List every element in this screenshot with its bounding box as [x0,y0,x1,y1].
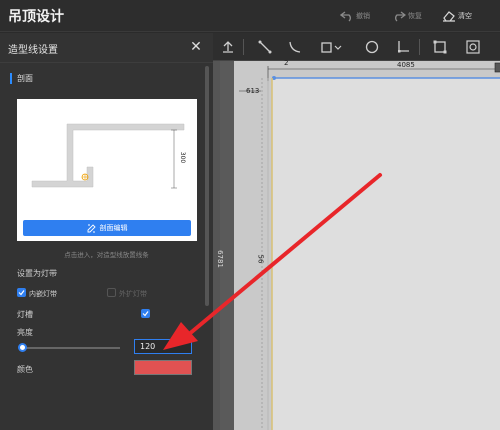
inner-dimension: 56 [256,254,265,264]
settings-panel: 造型线设置 ✕ 剖面 300 剖面编辑 点击进入，对造型线放置线条 设置为灯带 [0,33,213,430]
upload-tool[interactable] [220,39,236,55]
brightness-input[interactable] [134,339,192,354]
clear-button[interactable]: 清空 [442,8,472,24]
top-small-dimension: 2 [284,59,289,67]
edit-hint: 点击进入，对造型线放置线条 [64,251,149,259]
corner-icon [398,41,409,53]
section-marker [10,73,12,84]
zoom-fit-tool[interactable] [465,39,481,55]
app-title: 吊顶设计 [8,9,64,25]
outer-lamp-label: 外扩灯带 [119,290,147,298]
check-icon [18,290,25,296]
top-dimension: 4085 [397,61,415,69]
top-bar: 吊顶设计 撤销 恢复 清空 [0,0,500,32]
eraser-icon [443,11,455,22]
panel-header: 造型线设置 ✕ [0,33,213,63]
section-preview: 300 剖面编辑 [17,99,197,241]
close-icon[interactable]: ✕ [188,39,204,55]
rectangle-tool[interactable] [319,39,345,55]
section-profile-drawing [31,123,185,189]
line-tool[interactable] [257,39,273,55]
toolbar-divider [419,39,420,55]
arc-icon [289,41,301,53]
corner-tool[interactable] [395,39,411,55]
clear-label: 清空 [458,12,472,20]
upload-icon [223,41,233,53]
section-edit-label: 剖面编辑 [99,224,128,232]
rectangle-icon [321,42,342,53]
zoom-fit-icon [466,40,480,54]
inner-lamp-label: 内嵌灯带 [29,290,57,298]
frame-tool[interactable] [432,39,448,55]
color-swatch[interactable] [134,360,192,375]
brightness-label: 亮度 [17,328,33,337]
check-icon [142,311,149,317]
inner-lamp-checkbox[interactable] [17,288,26,297]
toolbar-divider [243,39,244,55]
undo-icon [340,11,351,22]
canvas-area: 6781 4085 2 613 56 [213,33,500,430]
brightness-slider-track[interactable] [20,347,120,349]
lamp-section-label: 设置为灯带 [17,269,57,278]
frame-icon [433,40,447,54]
dimension-lines [239,66,500,430]
undo-label: 撤销 [356,12,370,20]
slot-checkbox[interactable] [141,309,150,318]
edit-section-icon [87,223,96,232]
outer-lamp-checkbox[interactable] [107,288,116,297]
redo-icon [395,11,406,22]
undo-button[interactable]: 撤销 [340,8,370,24]
app-root: 吊顶设计 撤销 恢复 清空 造型线设置 ✕ 剖面 300 剖面编辑 点击进入，对… [0,0,500,430]
color-label: 颜色 [17,365,33,374]
section-edit-button[interactable]: 剖面编辑 [23,220,191,236]
arc-tool[interactable] [287,39,303,55]
panel-title: 造型线设置 [8,45,58,56]
circle-icon [365,40,379,54]
preview-dimension: 300 [179,151,187,164]
panel-scrollbar[interactable] [205,66,209,306]
redo-button[interactable]: 恢复 [392,8,422,24]
layers-icon[interactable] [494,61,500,73]
drawing-toolbar [213,33,500,61]
section-title: 剖面 [17,74,33,83]
brightness-slider-thumb[interactable] [18,343,27,352]
circle-tool[interactable] [364,39,380,55]
line-icon [258,40,272,54]
offset-dimension: 613 [246,87,260,95]
slot-label: 灯槽 [17,310,33,319]
redo-label: 恢复 [408,12,422,20]
